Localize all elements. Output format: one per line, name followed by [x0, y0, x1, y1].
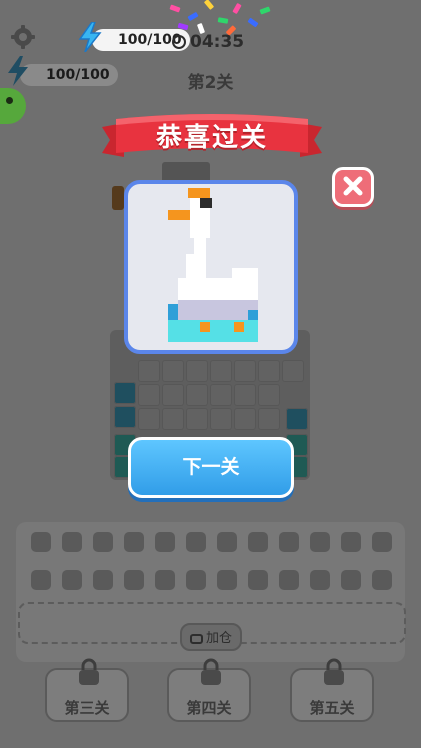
level-3-button[interactable]: 第三关 — [45, 658, 129, 722]
level-5-button[interactable]: 第五关 — [290, 658, 374, 722]
frog-mascot — [0, 88, 26, 124]
settings-button[interactable] — [10, 24, 36, 50]
lock-icon — [79, 658, 99, 685]
level-label: 第五关 — [309, 699, 355, 717]
add-slot-button[interactable]: 加仓 — [180, 623, 242, 651]
close-icon — [343, 176, 363, 196]
timer-value: 04:35 — [190, 32, 245, 52]
next-level-button[interactable]: 下一关 — [128, 437, 294, 498]
gear-icon — [11, 25, 35, 49]
level-title: 第2关 — [187, 73, 234, 93]
level-complete-banner: 恭喜过关 — [155, 123, 268, 153]
clock-icon — [172, 35, 186, 49]
board-side-piece — [112, 186, 124, 210]
picture-card — [124, 180, 298, 354]
pixel-goose-picture — [168, 188, 258, 342]
video-icon — [189, 634, 203, 644]
lock-icon — [201, 658, 221, 685]
lock-icon — [324, 658, 344, 685]
add-slot-label: 加仓 — [205, 631, 232, 646]
level-4-button[interactable]: 第四关 — [167, 658, 251, 722]
timer: 04:35 — [172, 32, 244, 52]
level-label: 第三关 — [64, 699, 110, 717]
close-button[interactable] — [332, 167, 374, 207]
level-label: 第四关 — [186, 699, 232, 717]
lightning-icon — [78, 22, 102, 52]
